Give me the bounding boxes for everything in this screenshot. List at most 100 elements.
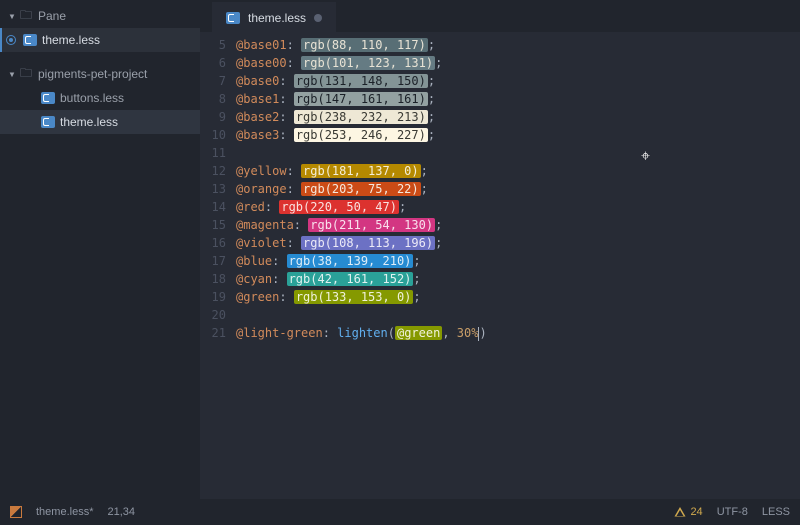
tab-bar[interactable]: theme.less [200, 0, 800, 32]
color-swatch: rgb(181, 137, 0) [301, 164, 421, 178]
code-line[interactable]: @magenta: rgb(211, 54, 130); [236, 216, 800, 234]
line-number: 15 [200, 216, 226, 234]
color-swatch: rgb(220, 50, 47) [279, 200, 399, 214]
variable-token: @base00 [236, 56, 287, 70]
variable-token: @light-green [236, 326, 323, 340]
code-line[interactable]: @violet: rgb(108, 113, 196); [236, 234, 800, 252]
code-line[interactable]: @yellow: rgb(181, 137, 0); [236, 162, 800, 180]
color-swatch: rgb(131, 148, 150) [294, 74, 428, 88]
code-line[interactable]: @orange: rgb(203, 75, 22); [236, 180, 800, 198]
code-line[interactable]: @base2: rgb(238, 232, 213); [236, 108, 800, 126]
code-line[interactable]: @base1: rgb(147, 161, 161); [236, 90, 800, 108]
variable-token: @cyan [236, 272, 272, 286]
line-number: 17 [200, 252, 226, 270]
code-line[interactable]: @red: rgb(220, 50, 47); [236, 198, 800, 216]
variable-token: @red [236, 200, 265, 214]
status-cursor-pos[interactable]: 21,34 [107, 506, 135, 518]
open-file-label: theme.less [42, 33, 100, 47]
line-number: 7 [200, 72, 226, 90]
code-line[interactable] [236, 306, 800, 324]
file-label: buttons.less [60, 91, 124, 105]
project-sidebar[interactable]: ▾ 🗀 Pane theme.less ▾ 🗀 pigments-pet-pro… [0, 0, 200, 499]
folder-icon: 🗀 [18, 64, 34, 85]
variable-token: @violet [236, 236, 287, 250]
line-number: 10 [200, 126, 226, 144]
warning-icon [674, 506, 686, 518]
line-number: 18 [200, 270, 226, 288]
code-line[interactable]: @base00: rgb(101, 123, 131); [236, 54, 800, 72]
project-root[interactable]: ▾ 🗀 pigments-pet-project [0, 62, 200, 86]
warning-count: 24 [690, 506, 702, 518]
tab-title: theme.less [248, 11, 306, 25]
code-area[interactable]: 56789101112131415161718192021 ⌖ @base01:… [200, 32, 800, 499]
open-file-entry[interactable]: theme.less [0, 28, 200, 52]
line-number: 13 [200, 180, 226, 198]
code-line[interactable]: @base0: rgb(131, 148, 150); [236, 72, 800, 90]
variable-token: @base1 [236, 92, 279, 106]
chevron-down-icon: ▾ [6, 9, 18, 23]
file-label: theme.less [60, 115, 118, 129]
status-warnings[interactable]: 24 [674, 506, 702, 518]
variable-token: @blue [236, 254, 272, 268]
variable-token: @base01 [236, 38, 287, 52]
folder-icon: 🗀 [18, 6, 34, 27]
active-file-radio-icon [6, 35, 16, 45]
function-token: lighten [337, 326, 388, 340]
code-lines[interactable]: ⌖ @base01: rgb(88, 110, 117);@base00: rg… [236, 36, 800, 499]
color-swatch: @green [395, 326, 442, 340]
color-swatch: rgb(42, 161, 152) [287, 272, 414, 286]
color-swatch: rgb(38, 139, 210) [287, 254, 414, 268]
line-number: 8 [200, 90, 226, 108]
pigments-status-icon[interactable] [10, 506, 22, 518]
color-swatch: rgb(101, 123, 131) [301, 56, 435, 70]
color-swatch: rgb(88, 110, 117) [301, 38, 428, 52]
tab-theme-less[interactable]: theme.less [212, 2, 336, 32]
variable-token: @base0 [236, 74, 279, 88]
line-number: 20 [200, 306, 226, 324]
variable-token: @orange [236, 182, 287, 196]
file-entry-theme[interactable]: theme.less [0, 110, 200, 134]
line-number: 16 [200, 234, 226, 252]
modified-indicator-icon [314, 14, 322, 22]
status-bar: theme.less* 21,34 24 UTF-8 LESS [0, 499, 800, 525]
line-number: 5 [200, 36, 226, 54]
line-number: 6 [200, 54, 226, 72]
color-swatch: rgb(253, 246, 227) [294, 128, 428, 142]
line-number: 19 [200, 288, 226, 306]
tree-pane-root[interactable]: ▾ 🗀 Pane [0, 4, 200, 28]
line-number-gutter: 56789101112131415161718192021 [200, 36, 236, 499]
editor-pane: theme.less 56789101112131415161718192021… [200, 0, 800, 499]
color-swatch: rgb(238, 232, 213) [294, 110, 428, 124]
color-swatch: rgb(211, 54, 130) [308, 218, 435, 232]
color-swatch: rgb(203, 75, 22) [301, 182, 421, 196]
variable-token: @green [236, 290, 279, 304]
code-line[interactable]: @cyan: rgb(42, 161, 152); [236, 270, 800, 288]
less-file-icon [40, 92, 56, 104]
code-line[interactable]: @light-green: lighten(@green, 30%) [236, 324, 800, 342]
code-line[interactable]: @base01: rgb(88, 110, 117); [236, 36, 800, 54]
color-swatch: rgb(147, 161, 161) [294, 92, 428, 106]
code-line[interactable]: @blue: rgb(38, 139, 210); [236, 252, 800, 270]
less-file-icon [40, 116, 56, 128]
variable-token: @yellow [236, 164, 287, 178]
chevron-down-icon: ▾ [6, 67, 18, 81]
color-swatch: rgb(133, 153, 0) [294, 290, 414, 304]
variable-token: @magenta [236, 218, 294, 232]
code-line[interactable] [236, 144, 800, 162]
number-token: 30% [457, 326, 479, 340]
project-label: pigments-pet-project [38, 67, 147, 81]
line-number: 12 [200, 162, 226, 180]
code-line[interactable]: @base3: rgb(253, 246, 227); [236, 126, 800, 144]
less-file-icon [226, 12, 240, 24]
variable-token: @base3 [236, 128, 279, 142]
pane-label: Pane [38, 9, 66, 23]
less-file-icon [22, 34, 38, 46]
variable-token: @base2 [236, 110, 279, 124]
status-grammar[interactable]: LESS [762, 506, 790, 518]
status-encoding[interactable]: UTF-8 [717, 506, 748, 518]
file-entry-buttons[interactable]: buttons.less [0, 86, 200, 110]
line-number: 9 [200, 108, 226, 126]
line-number: 11 [200, 144, 226, 162]
code-line[interactable]: @green: rgb(133, 153, 0); [236, 288, 800, 306]
status-file[interactable]: theme.less* [36, 506, 93, 518]
